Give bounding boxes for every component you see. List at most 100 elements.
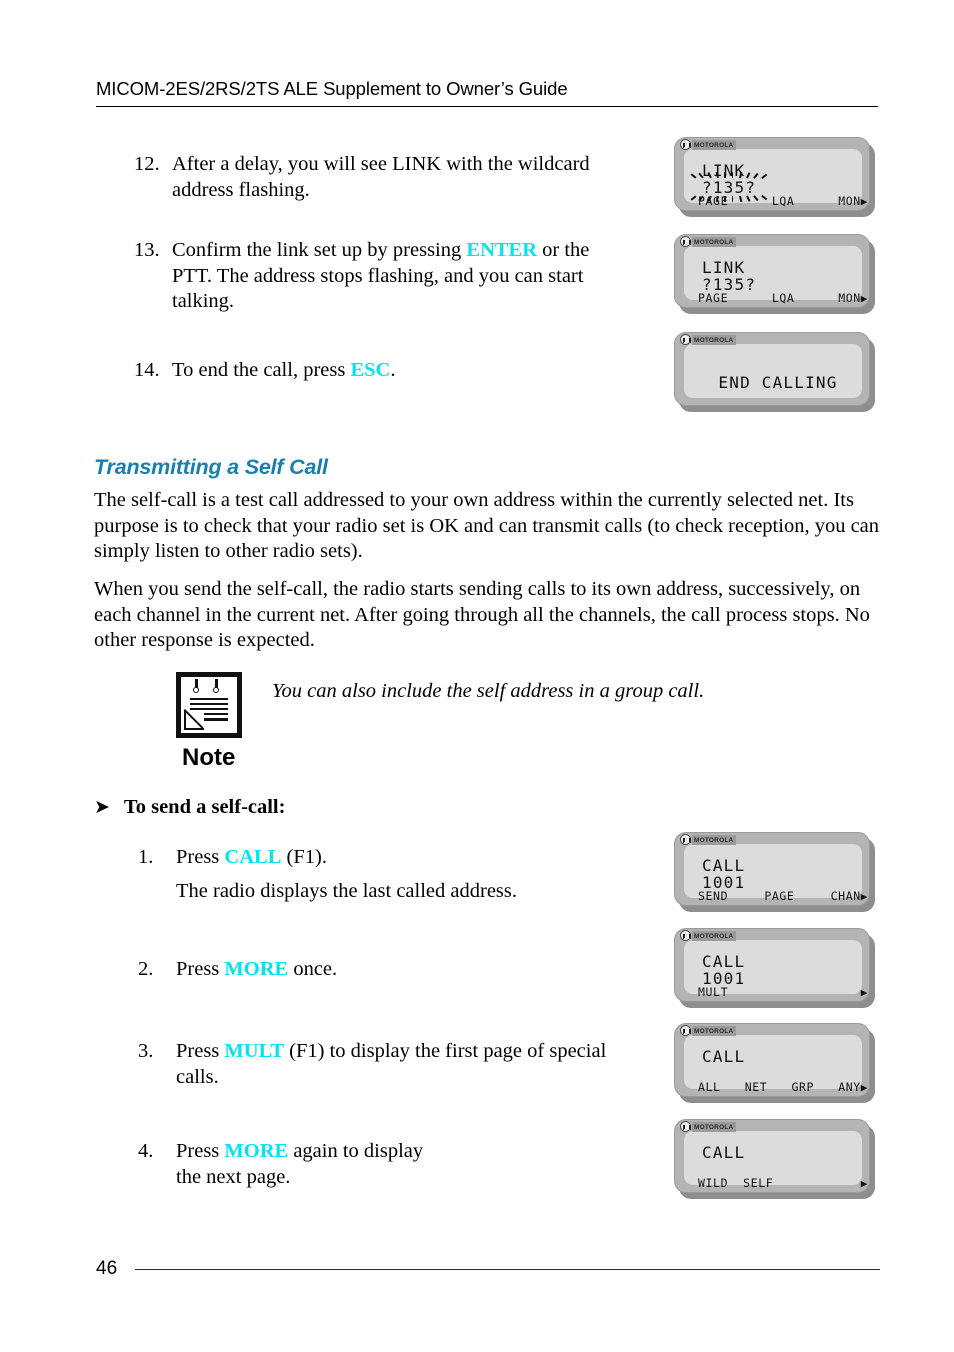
section-paragraph-2: When you send the self-call, the radio s… bbox=[94, 578, 870, 651]
softkey-mult[interactable]: MULT bbox=[698, 986, 728, 999]
motorola-wordmark: MOTOROLA bbox=[692, 236, 737, 247]
motorola-logo-badge: MOTOROLA bbox=[680, 1025, 737, 1036]
softkey-page[interactable]: PAGE bbox=[698, 195, 728, 208]
procedure-step-2-text: Press MORE once. bbox=[176, 957, 337, 983]
softkey-wild[interactable]: WILD bbox=[698, 1177, 743, 1190]
step-14-number: 14. bbox=[134, 359, 160, 381]
motorola-m-icon bbox=[680, 236, 691, 247]
softkey-next-page-arrow-icon[interactable]: ▶ bbox=[861, 986, 868, 999]
step-13-number: 13. bbox=[134, 239, 160, 261]
procedure-title: To send a self-call: bbox=[123, 796, 286, 818]
section-heading: Transmitting a Self Call bbox=[94, 455, 328, 479]
procedure-step-3-text-a: Press bbox=[176, 1040, 225, 1062]
softkey-all[interactable]: ALL bbox=[698, 1081, 721, 1094]
procedure-step-4-number: 4. bbox=[138, 1140, 154, 1162]
lcd-screen: CALL 1001 MULT ▶ bbox=[684, 940, 867, 999]
softkey-lqa[interactable]: LQA bbox=[772, 195, 795, 208]
softkey-page[interactable]: PAGE bbox=[698, 292, 728, 305]
lcd-softkey-row: MULT ▶ bbox=[698, 986, 868, 1000]
motorola-wordmark: MOTOROLA bbox=[692, 1121, 737, 1132]
motorola-m-icon bbox=[680, 1025, 691, 1036]
step-14-text: To end the call, press ESC. bbox=[172, 358, 395, 384]
step-13-line2: PTT. The address stops flashing, and you… bbox=[172, 264, 584, 287]
lcd-screen: LINK ?135? PAGE LQA MON ▶ bbox=[684, 246, 867, 305]
softkey-mon[interactable]: MON bbox=[838, 292, 861, 305]
motorola-wordmark: MOTOROLA bbox=[692, 139, 737, 150]
notepad-pin-head-left bbox=[193, 687, 199, 693]
procedure-step-1-number: 1. bbox=[138, 846, 154, 868]
procedure-arrow-icon: ➤ bbox=[94, 797, 110, 818]
lcd-line-1: CALL bbox=[702, 1143, 746, 1162]
softkey-send[interactable]: SEND bbox=[698, 890, 728, 903]
procedure-step-4-text: Press MORE again to display the next pag… bbox=[176, 1139, 423, 1190]
radio-display-link-flashing: LINK ?135? PAGE LQA MON ▶ MOTOROLA bbox=[674, 137, 875, 217]
lcd-line-1: CALL bbox=[702, 856, 746, 875]
lcd-bezel: LINK ?135? PAGE LQA MON ▶ MOTOROLA bbox=[674, 234, 870, 308]
header-title: MICOM-2ES/2RS/2TS ALE Supplement to Owne… bbox=[96, 78, 568, 99]
motorola-logo-badge: MOTOROLA bbox=[680, 139, 737, 150]
page-number: 46 bbox=[96, 1258, 118, 1279]
key-more-1: MORE bbox=[224, 958, 289, 980]
procedure-step-3-number: 3. bbox=[138, 1040, 154, 1062]
radio-display-call-mult: CALL 1001 MULT ▶ MOTOROLA bbox=[674, 928, 875, 1008]
key-call: CALL bbox=[224, 846, 282, 868]
procedure-step-4-line2: the next page. bbox=[176, 1165, 291, 1188]
procedure-step-3-text-b: (F1) to display the first page of specia… bbox=[284, 1040, 607, 1062]
lcd-softkey-row: SEND PAGE CHAN ▶ bbox=[698, 890, 868, 904]
motorola-wordmark: MOTOROLA bbox=[692, 930, 737, 941]
softkey-mon[interactable]: MON bbox=[838, 195, 861, 208]
procedure-step-2-text-b: once. bbox=[288, 958, 338, 980]
softkey-next-page-arrow-icon[interactable]: ▶ bbox=[861, 1081, 868, 1094]
motorola-m-icon bbox=[680, 334, 691, 345]
step-12-line2: address flashing. bbox=[172, 178, 310, 201]
softkey-next-page-arrow-icon[interactable]: ▶ bbox=[861, 1177, 868, 1190]
lcd-softkey-row: ALL NET GRP ANY ▶ bbox=[698, 1081, 868, 1095]
procedure-step-3-line2: calls. bbox=[176, 1065, 219, 1088]
softkey-page[interactable]: PAGE bbox=[764, 890, 794, 903]
lcd-softkey-row: PAGE LQA MON ▶ bbox=[698, 195, 868, 209]
header-rule bbox=[96, 106, 878, 107]
document-page: MICOM-2ES/2RS/2TS ALE Supplement to Owne… bbox=[0, 0, 954, 1352]
step-12-text: After a delay, you will see LINK with th… bbox=[172, 152, 590, 203]
procedure-step-4: 4. Press MORE again to display the next … bbox=[138, 1139, 608, 1190]
softkey-next-page-arrow-icon[interactable]: ▶ bbox=[861, 292, 868, 305]
procedure-step-1: 1. Press CALL (F1). The radio displays t… bbox=[138, 845, 638, 904]
page-footer: 46 bbox=[96, 1258, 880, 1280]
softkey-any[interactable]: ANY bbox=[838, 1081, 861, 1094]
radio-display-call-special: CALL ALL NET GRP ANY ▶ MOTOROLA bbox=[674, 1023, 875, 1103]
notepad-pin-head-right bbox=[213, 687, 219, 693]
notepad-icon bbox=[176, 672, 242, 738]
radio-display-call-wild-self: CALL WILD SELF ▶ MOTOROLA bbox=[674, 1119, 875, 1199]
motorola-wordmark: MOTOROLA bbox=[692, 334, 737, 345]
step-13-text-a: Confirm the link set up by pressing bbox=[172, 239, 467, 261]
softkey-next-page-arrow-icon[interactable]: ▶ bbox=[861, 195, 868, 208]
softkey-lqa[interactable]: LQA bbox=[772, 292, 795, 305]
lcd-line-1: LINK bbox=[702, 161, 746, 180]
lcd-line-2: END CALLING bbox=[718, 373, 838, 392]
lcd-bezel: CALL WILD SELF ▶ MOTOROLA bbox=[674, 1119, 870, 1193]
key-esc: ESC bbox=[350, 359, 391, 381]
softkey-net[interactable]: NET bbox=[745, 1081, 768, 1094]
motorola-logo-badge: MOTOROLA bbox=[680, 236, 737, 247]
lcd-screen: CALL 1001 SEND PAGE CHAN ▶ bbox=[684, 844, 867, 903]
procedure-step-1-text: Press CALL (F1). The radio displays the … bbox=[176, 845, 517, 904]
lcd-bezel: CALL ALL NET GRP ANY ▶ MOTOROLA bbox=[674, 1023, 870, 1097]
softkey-grp[interactable]: GRP bbox=[791, 1081, 814, 1094]
lcd-screen: LINK ?135? PAGE LQA MON ▶ bbox=[684, 149, 867, 208]
procedure-step-4-text-b: again to display bbox=[288, 1140, 424, 1162]
softkey-self[interactable]: SELF bbox=[743, 1177, 773, 1190]
radio-display-link-steady: LINK ?135? PAGE LQA MON ▶ MOTOROLA bbox=[674, 234, 875, 314]
softkey-next-page-arrow-icon[interactable]: ▶ bbox=[861, 890, 868, 903]
key-mult: MULT bbox=[224, 1040, 285, 1062]
procedure-step-1-text-b: (F1). bbox=[281, 846, 327, 868]
note-label: Note bbox=[182, 744, 236, 771]
footer-rule bbox=[135, 1268, 880, 1270]
softkey-chan[interactable]: CHAN bbox=[831, 890, 861, 903]
lcd-bezel: LINK ?135? PAGE LQA MON ▶ MOTOROLA bbox=[674, 137, 870, 211]
notepad-folded-corner bbox=[184, 710, 204, 730]
procedure-step-3-text: Press MULT (F1) to display the first pag… bbox=[176, 1039, 606, 1090]
motorola-m-icon bbox=[680, 1121, 691, 1132]
motorola-m-icon bbox=[680, 930, 691, 941]
motorola-m-icon bbox=[680, 139, 691, 150]
radio-display-call-send: CALL 1001 SEND PAGE CHAN ▶ MOTOROLA bbox=[674, 832, 875, 912]
